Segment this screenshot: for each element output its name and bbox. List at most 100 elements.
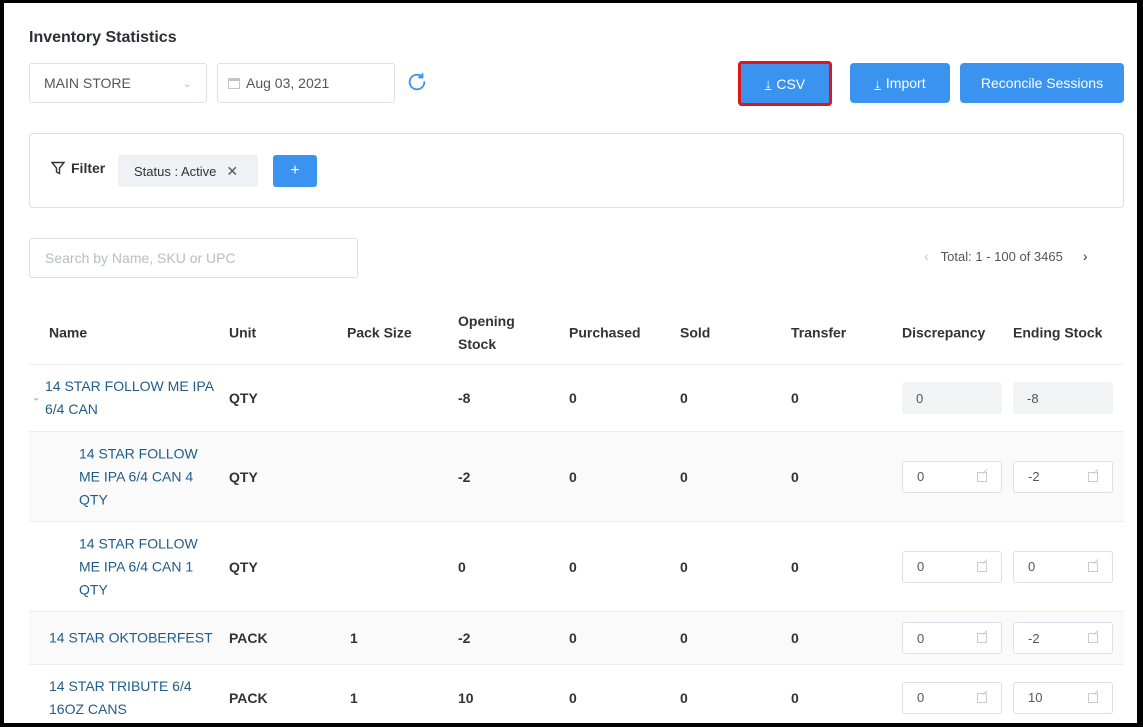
filter-chip-label: Status : Active (134, 163, 217, 179)
product-name-line: 14 STAR FOLLOW (79, 445, 198, 461)
header-ending-stock[interactable]: Ending Stock (1013, 321, 1102, 344)
cell-opening-stock: 10 (458, 689, 474, 706)
cell-pack-size: 1 (350, 689, 358, 706)
cell-sold: 0 (680, 390, 688, 406)
edit-icon[interactable] (1088, 692, 1098, 703)
download-icon: ↓ (764, 76, 772, 91)
ending-stock-input[interactable]: 10 (1013, 681, 1113, 714)
ending-stock-input[interactable]: 0 (1013, 550, 1113, 583)
ending-stock-value: -2 (1028, 469, 1040, 484)
table-row: 14 STAR OKTOBERFEST PACK 1 -2 0 0 0 0 -2 (29, 612, 1124, 665)
table-row: ⌄ 14 STAR FOLLOW ME IPA 6/4 CAN QTY -8 0 0 0 0 -8 (29, 365, 1124, 432)
ending-stock-value: 0 (1028, 559, 1036, 574)
edit-icon[interactable] (977, 692, 987, 703)
product-name-link[interactable]: 14 STAR FOLLOW ME IPA 6/4 CAN 1 QTY (79, 532, 198, 601)
ending-stock-value: -8 (1027, 390, 1039, 406)
product-name-line: 6/4 CAN (45, 401, 98, 417)
csv-export-button[interactable]: ↓ CSV (738, 61, 832, 106)
table-row: 14 STAR FOLLOW ME IPA 6/4 CAN 1 QTY QTY 0 0 0 0… (29, 522, 1124, 612)
add-filter-button[interactable]: + (273, 155, 317, 187)
cell-opening-stock: 0 (458, 558, 466, 575)
cell-transfer: 0 (791, 689, 799, 706)
close-icon[interactable]: ✕ (226, 163, 238, 180)
discrepancy-input[interactable]: 0 (902, 550, 1002, 583)
discrepancy-input[interactable]: 0 (902, 681, 1002, 714)
chevron-right-icon[interactable]: › (1083, 248, 1088, 264)
header-purchased[interactable]: Purchased (569, 321, 641, 344)
edit-icon[interactable] (1088, 633, 1098, 643)
header-unit[interactable]: Unit (229, 321, 256, 344)
cell-sold: 0 (680, 558, 688, 575)
discrepancy-value: 0 (917, 559, 925, 574)
cell-pack-size: 1 (350, 630, 358, 646)
import-button-label: Import (885, 75, 926, 91)
chevron-down-icon: ⌄ (182, 77, 192, 90)
reconcile-sessions-button[interactable]: Reconcile Sessions (960, 63, 1124, 103)
table-body: ⌄ 14 STAR FOLLOW ME IPA 6/4 CAN QTY -8 0 0 0 0 -8… (29, 365, 1124, 723)
ending-stock-input[interactable]: -2 (1013, 460, 1113, 493)
cell-transfer: 0 (791, 558, 799, 575)
product-name-line: 16OZ CANS (49, 700, 127, 717)
pagination: ‹ Total: 1 - 100 of 3465 › (924, 248, 1088, 264)
product-name-link[interactable]: 14 STAR FOLLOW ME IPA 6/4 CAN (45, 375, 214, 421)
header-transfer[interactable]: Transfer (791, 321, 846, 344)
cell-transfer: 0 (791, 390, 799, 406)
product-name-line: 14 STAR FOLLOW (79, 535, 198, 551)
product-name-line: ME IPA 6/4 CAN 4 (79, 468, 194, 484)
date-picker[interactable]: Aug 03, 2021 (217, 63, 395, 103)
header-opening-line2: Stock (458, 335, 497, 352)
filter-label-text: Filter (71, 160, 106, 176)
header-pack-size[interactable]: Pack Size (347, 321, 412, 344)
product-name-link[interactable]: 14 STAR FOLLOW ME IPA 6/4 CAN 4 QTY (79, 442, 198, 511)
edit-icon[interactable] (1088, 471, 1098, 482)
search-input[interactable] (29, 238, 358, 278)
product-name-line: 14 STAR OKTOBERFEST (49, 629, 213, 646)
discrepancy-value: 0 (917, 469, 925, 484)
cell-transfer: 0 (791, 630, 799, 646)
cell-purchased: 0 (569, 630, 577, 646)
date-value: Aug 03, 2021 (246, 75, 330, 91)
cell-sold: 0 (680, 630, 688, 646)
import-button[interactable]: ↓ Import (850, 63, 950, 103)
filter-chip-status[interactable]: Status : Active ✕ (118, 155, 258, 187)
ending-stock-input: -8 (1013, 382, 1113, 414)
ending-stock-value: 10 (1028, 690, 1043, 705)
table-row: 14 STAR TRIBUTE 6/4 16OZ CANS PACK 1 10 0 0 0 0 1… (29, 665, 1124, 723)
product-name-link[interactable]: 14 STAR OKTOBERFEST (49, 627, 213, 650)
header-opening-stock[interactable]: Opening Stock (458, 310, 515, 356)
calendar-icon (228, 77, 240, 89)
app-frame: ) Inventory Statistics MAIN STORE ⌄ Aug … (4, 3, 1137, 723)
page-title: Inventory Statistics (29, 29, 177, 46)
cell-purchased: 0 (569, 689, 577, 706)
product-name-line: ME IPA 6/4 CAN 1 (79, 558, 194, 574)
store-select[interactable]: MAIN STORE ⌄ (29, 63, 207, 103)
header-sold[interactable]: Sold (680, 321, 710, 344)
reconcile-button-label: Reconcile Sessions (980, 75, 1104, 91)
cell-purchased: 0 (569, 558, 577, 575)
table-header: Name Unit Pack Size Opening Stock Purcha… (29, 301, 1124, 365)
edit-icon[interactable] (977, 471, 987, 482)
cell-unit: QTY (229, 390, 258, 406)
product-name-line: QTY (79, 491, 108, 507)
csv-button-label: CSV (776, 75, 806, 92)
cell-sold: 0 (680, 468, 688, 485)
edit-icon[interactable] (1088, 561, 1098, 572)
ending-stock-value: -2 (1028, 630, 1040, 646)
cell-unit: PACK (229, 689, 268, 706)
discrepancy-input[interactable]: 0 (902, 460, 1002, 493)
product-name-link[interactable]: 14 STAR TRIBUTE 6/4 16OZ CANS (49, 675, 192, 721)
header-discrepancy[interactable]: Discrepancy (902, 321, 985, 344)
discrepancy-input: 0 (902, 382, 1002, 414)
edit-icon[interactable] (977, 633, 987, 643)
header-name[interactable]: Name (49, 321, 87, 344)
cell-unit: QTY (229, 468, 258, 485)
ending-stock-input[interactable]: -2 (1013, 622, 1113, 654)
cell-purchased: 0 (569, 468, 577, 485)
discrepancy-input[interactable]: 0 (902, 622, 1002, 654)
refresh-button[interactable] (406, 71, 428, 93)
chevron-left-icon[interactable]: ‹ (924, 248, 929, 264)
chevron-down-icon[interactable]: ⌄ (32, 393, 40, 404)
edit-icon[interactable] (977, 561, 987, 572)
cell-sold: 0 (680, 689, 688, 706)
discrepancy-value: 0 (917, 630, 925, 646)
